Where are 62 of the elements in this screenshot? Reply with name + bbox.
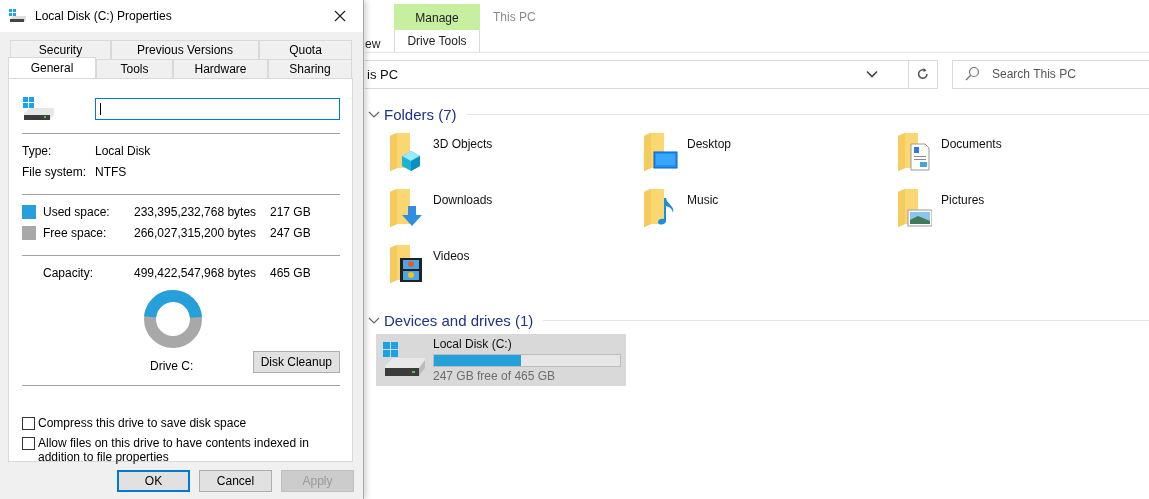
dropdown-chevron-icon[interactable] [866, 70, 879, 78]
space-size: 217 GB [270, 204, 311, 219]
close-icon [334, 10, 346, 22]
folder-name[interactable]: Videos [433, 249, 470, 263]
dialog-tab[interactable]: Hardware [173, 59, 268, 78]
folder-name[interactable]: Downloads [433, 193, 493, 207]
film-folder-icon[interactable] [388, 244, 424, 284]
usage-ring [143, 289, 203, 349]
drive-tile[interactable]: Local Disk (C:) 247 GB free of 465 GB [376, 334, 626, 386]
folder-name[interactable]: Desktop [687, 137, 732, 151]
dialog-tab[interactable]: Sharing [268, 59, 352, 78]
space-label: Free space: [43, 225, 108, 240]
address-bar[interactable]: is PC [365, 59, 910, 89]
dialog-button[interactable]: Cancel [199, 470, 272, 492]
section-header[interactable]: Folders (7) [384, 105, 457, 123]
search-field[interactable]: Search This PC [952, 59, 1149, 89]
context-group-label: Manage [394, 4, 480, 30]
property-value: Local Disk [95, 143, 151, 158]
monitor-folder-icon[interactable] [642, 132, 678, 172]
dialog-tab[interactable]: General [8, 57, 96, 78]
drive-icon [9, 9, 27, 23]
capacity-label: Capacity: [43, 265, 95, 280]
disk-cleanup-button[interactable]: Disk Cleanup [252, 351, 340, 373]
folder-name[interactable]: 3D Objects [433, 137, 493, 151]
drive-label: Drive C: [150, 359, 194, 373]
refresh-button[interactable] [909, 59, 938, 89]
refresh-icon [916, 67, 931, 81]
section-header[interactable]: Devices and drives (1) [384, 311, 534, 329]
folder-name[interactable]: Documents [941, 137, 1002, 151]
dialog-tab[interactable]: Previous Versions [111, 40, 259, 59]
dialog-tab[interactable]: Quota [259, 40, 352, 59]
checkbox-label[interactable]: Allow files on this drive to have contents indexed in addition to file properties [38, 436, 340, 464]
dialog-tab[interactable]: Security [10, 40, 111, 59]
capacity-size: 465 GB [270, 265, 311, 280]
picture-folder-icon[interactable] [896, 188, 932, 228]
drive-name-field[interactable] [95, 98, 340, 120]
checkbox[interactable] [22, 417, 35, 430]
property-label: File system: [22, 164, 87, 179]
free-space-text: 247 GB free of 465 GB [433, 369, 557, 383]
dialog-tab[interactable]: Tools [96, 59, 173, 78]
space-size: 247 GB [270, 225, 311, 240]
drive-tools-tab[interactable]: Drive Tools [394, 30, 480, 52]
download-folder-icon[interactable] [388, 188, 424, 228]
capacity-bytes: 499,422,547,968 bytes [134, 265, 258, 280]
dialog-title: Local Disk (C:) Properties [35, 9, 173, 23]
dialog-button[interactable]: OK [117, 470, 190, 492]
folder-name[interactable]: Pictures [941, 193, 985, 207]
text-cursor [100, 103, 101, 115]
space-bytes: 233,395,232,768 bytes [134, 204, 258, 219]
checkbox[interactable] [22, 437, 35, 450]
space-bytes: 266,027,315,200 bytes [134, 225, 258, 240]
property-value: NTFS [95, 164, 127, 179]
document-folder-icon[interactable] [896, 132, 932, 172]
checkbox-label[interactable]: Compress this drive to save disk space [38, 416, 247, 430]
property-label: Type: [22, 143, 53, 158]
drive-icon [22, 97, 56, 121]
folder-name[interactable]: Music [687, 193, 719, 207]
ribbon-tab[interactable]: ew [365, 37, 394, 51]
space-label: Used space: [43, 204, 111, 219]
window-title: This PC [493, 10, 536, 24]
search-icon [964, 65, 980, 82]
drive-name: Local Disk (C:) [433, 337, 513, 351]
